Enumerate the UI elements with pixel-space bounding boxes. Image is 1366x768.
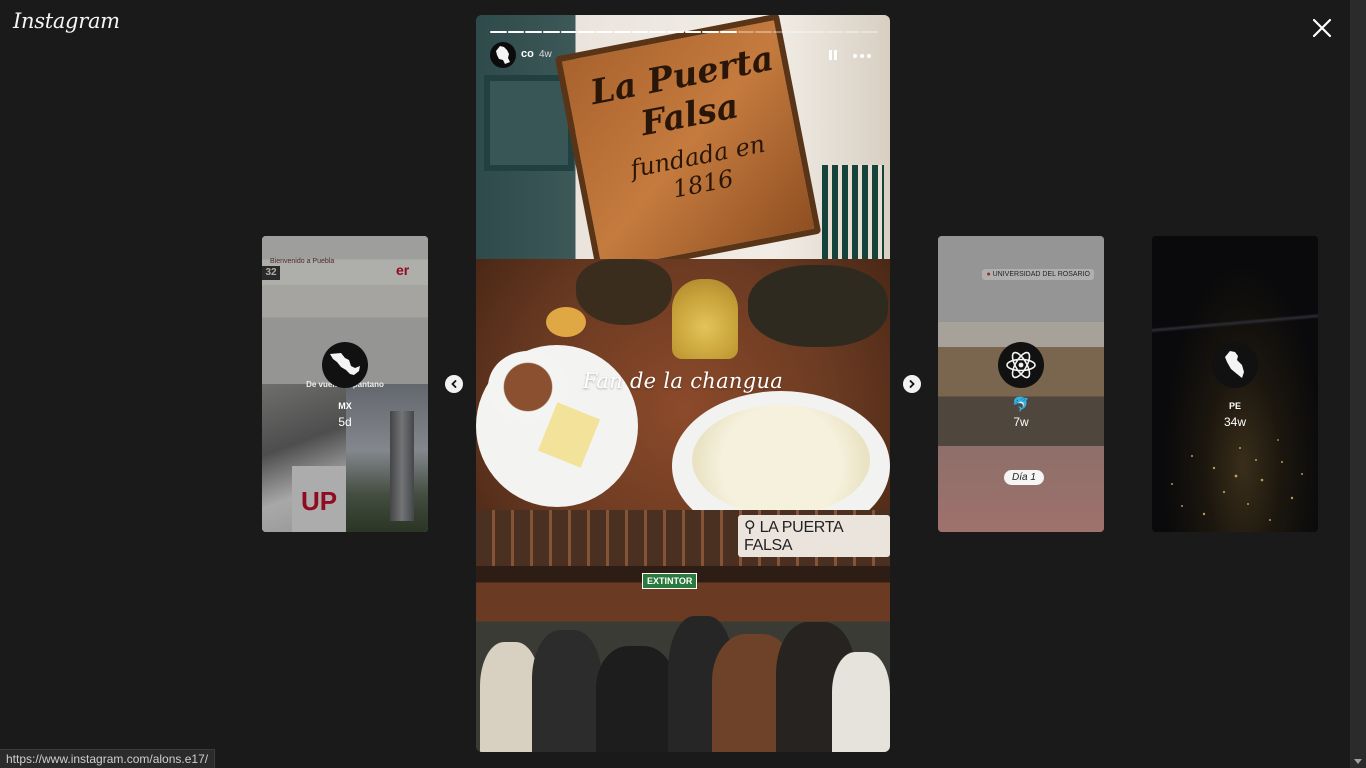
story-photo-food: Fan de la changua (476, 259, 890, 541)
story-username[interactable]: co (521, 48, 534, 60)
preview-username: MX (338, 401, 352, 411)
location-sticker-label: LA PUERTA FALSA (744, 519, 843, 554)
story-preview-rosario[interactable]: ● UNIVERSIDAD DEL ROSARIO Día 1 🐬 7w (938, 236, 1104, 532)
previous-story-button[interactable] (445, 375, 463, 393)
story-preview-mx[interactable]: Bienvenido a Puebla er 32 UP De vuelta a… (262, 236, 428, 532)
progress-segment (702, 31, 719, 33)
instagram-logo[interactable]: Instagram (13, 9, 120, 33)
progress-segment (790, 31, 808, 33)
pause-button[interactable] (826, 48, 840, 62)
tamal-2 (748, 265, 888, 347)
more-options-button[interactable] (852, 49, 872, 61)
progress-segment (490, 31, 507, 33)
progress-segment (826, 31, 843, 33)
pause-icon (829, 50, 837, 60)
progress-segment (808, 31, 826, 33)
location-sticker[interactable]: ⚲ LA PUERTA FALSA (738, 515, 890, 557)
progress-segment (578, 31, 596, 33)
location-pin-icon: ⚲ (744, 519, 760, 536)
mexico-map-icon (330, 353, 360, 375)
juice-glass (672, 279, 738, 359)
preview-avatar-mexico (322, 342, 368, 388)
preview-avatar-peru (1212, 342, 1258, 388)
progress-segment (649, 31, 666, 33)
progress-segment (684, 31, 702, 33)
more-horizontal-icon (853, 54, 871, 58)
preview-username: 🐬 (1012, 396, 1030, 412)
close-icon (1312, 18, 1332, 38)
group-of-people (476, 604, 890, 752)
extintor-sign: EXTINTOR (642, 573, 698, 589)
progress-segment (631, 31, 649, 33)
next-story-button[interactable] (903, 375, 921, 393)
preview-day-sticker: Día 1 (1004, 470, 1044, 485)
peru-map-icon (1225, 351, 1244, 378)
person (480, 642, 540, 752)
close-button[interactable] (1310, 16, 1334, 40)
status-bar-url: https://www.instagram.com/alons.e17/ (0, 749, 216, 768)
progress-segment (719, 31, 737, 33)
tamal-1 (576, 259, 672, 325)
story-preview-pe[interactable]: PE 34w (1152, 236, 1318, 532)
preview-background (938, 446, 1104, 532)
person (832, 652, 890, 752)
story-avatar[interactable] (490, 42, 516, 68)
active-story[interactable]: La Puerta Falsa fundada en 1816 Fan de l… (476, 15, 890, 752)
progress-segment (596, 31, 613, 33)
story-age: 4w (539, 49, 552, 60)
story-photo-group: ⚲ LA PUERTA FALSA EXTINTOR (476, 510, 890, 752)
preview-age: 34w (1223, 415, 1246, 429)
story-header: co 4w (490, 42, 878, 70)
story-progress-bar (490, 31, 879, 33)
colombia-map-icon (496, 46, 510, 64)
progress-segment (613, 31, 631, 33)
changua-bowl (692, 405, 870, 515)
progress-segment (861, 31, 879, 33)
progress-segment (543, 31, 560, 33)
preview-age: 5d (338, 415, 352, 429)
progress-segment (525, 31, 543, 33)
window-scrollbar[interactable] (1350, 0, 1366, 768)
preview-username: PE (1228, 401, 1241, 411)
progress-segment (737, 31, 755, 33)
person (596, 646, 676, 752)
chevron-left-icon (451, 380, 457, 388)
progress-segment (755, 31, 772, 33)
preview-age: 7w (1013, 415, 1029, 429)
story-shutter (822, 165, 884, 259)
progress-segment (560, 31, 578, 33)
almojabana (546, 307, 586, 337)
person (532, 630, 602, 752)
scroll-down-icon[interactable] (1354, 759, 1362, 764)
story-caption: Fan de la changua (582, 369, 784, 393)
progress-segment (843, 31, 861, 33)
progress-segment (507, 31, 525, 33)
progress-segment (666, 31, 684, 33)
chevron-right-icon (909, 380, 915, 388)
atom-icon (1006, 351, 1036, 379)
preview-avatar-atom (998, 342, 1044, 388)
progress-segment (773, 31, 790, 33)
